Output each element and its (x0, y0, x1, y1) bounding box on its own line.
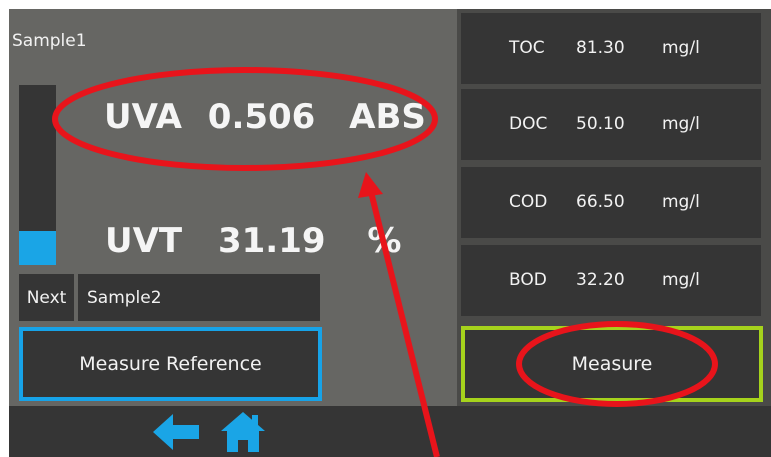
parameter-unit: mg/l (662, 270, 700, 290)
parameter-name: COD (509, 192, 548, 212)
parameter-value: 50.10 (576, 114, 625, 134)
parameter-name: TOC (509, 38, 545, 58)
parameter-row-bod[interactable]: BOD 32.20 mg/l (461, 245, 761, 316)
measure-button[interactable]: Measure (461, 326, 763, 402)
parameter-row-doc[interactable]: DOC 50.10 mg/l (461, 89, 761, 160)
parameter-unit: mg/l (662, 38, 700, 58)
measure-reference-button[interactable]: Measure Reference (19, 327, 322, 401)
arrow-left-icon[interactable] (153, 414, 201, 450)
device-screen: Sample1 UVA 0.506 ABS UVT 31.19 % Next S… (9, 9, 771, 457)
parameter-value: 81.30 (576, 38, 625, 58)
uva-unit: ABS (349, 97, 426, 137)
home-icon[interactable] (221, 412, 265, 452)
bottom-nav-bar (9, 406, 771, 457)
parameter-value: 66.50 (576, 192, 625, 212)
parameter-unit: mg/l (662, 114, 700, 134)
level-bar (19, 85, 56, 265)
parameter-value: 32.20 (576, 270, 625, 290)
uva-value: 0.506 (207, 97, 316, 137)
uva-label: UVA (104, 97, 182, 137)
level-bar-fill (19, 230, 56, 265)
uvt-readout: UVT 31.19 % (105, 221, 401, 261)
parameter-unit: mg/l (662, 192, 700, 212)
uvt-unit: % (367, 221, 402, 261)
uvt-label: UVT (105, 221, 183, 261)
parameter-row-toc[interactable]: TOC 81.30 mg/l (461, 13, 761, 84)
uva-readout: UVA 0.506 ABS (104, 97, 426, 137)
next-sample-field[interactable]: Sample2 (78, 274, 320, 321)
parameter-name: BOD (509, 270, 547, 290)
next-button[interactable]: Next (19, 274, 74, 321)
sample-name: Sample1 (12, 31, 87, 51)
parameter-name: DOC (509, 114, 548, 134)
uvt-value: 31.19 (217, 221, 326, 261)
parameter-row-cod[interactable]: COD 66.50 mg/l (461, 167, 761, 238)
